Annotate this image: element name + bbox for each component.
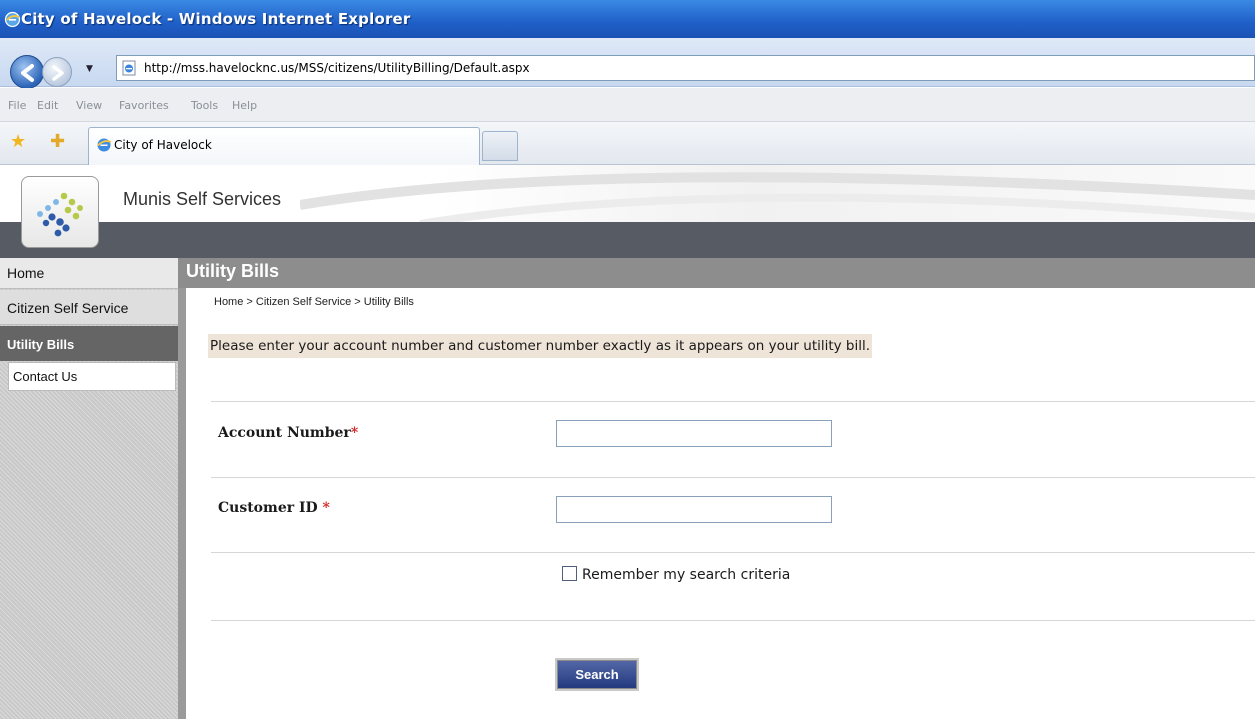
required-marker: * bbox=[350, 425, 359, 441]
sidebar-item-citizen-self-service[interactable]: Citizen Self Service bbox=[0, 290, 178, 325]
page-title-bar: Utility Bills bbox=[178, 258, 1255, 288]
menu-file[interactable]: File bbox=[8, 99, 26, 112]
window-titlebar: City of Havelock - Windows Internet Expl… bbox=[0, 0, 1255, 38]
customer-id-label: Customer ID * bbox=[218, 500, 330, 516]
history-dropdown-icon[interactable]: ▼ bbox=[86, 64, 93, 74]
search-button[interactable]: Search bbox=[557, 660, 637, 689]
banner-swoosh-decoration bbox=[300, 172, 1255, 224]
account-number-label: Account Number* bbox=[218, 425, 358, 441]
sidebar-item-utility-bills[interactable]: Utility Bills bbox=[0, 326, 178, 361]
customer-id-input[interactable] bbox=[556, 496, 832, 523]
address-url: http://mss.havelocknc.us/MSS/citizens/Ut… bbox=[144, 61, 530, 75]
tab-label: City of Havelock bbox=[114, 138, 212, 152]
menu-edit[interactable]: Edit bbox=[37, 99, 58, 112]
favorites-star-icon[interactable]: ★ bbox=[10, 131, 26, 152]
menu-favorites[interactable]: Favorites bbox=[119, 99, 169, 112]
menu-view[interactable]: View bbox=[76, 99, 102, 112]
divider bbox=[211, 552, 1255, 553]
new-tab-button[interactable] bbox=[482, 131, 518, 161]
menu-bar: File Edit View Favorites Tools Help bbox=[0, 88, 1255, 122]
sidebar-edge bbox=[178, 258, 186, 719]
window-title: City of Havelock - Windows Internet Expl… bbox=[21, 10, 411, 28]
menu-help[interactable]: Help bbox=[232, 99, 257, 112]
sidebar-item-contact-us[interactable]: Contact Us bbox=[8, 362, 176, 391]
remember-search-label[interactable]: Remember my search criteria bbox=[582, 567, 790, 583]
back-arrow-icon bbox=[21, 64, 34, 82]
divider bbox=[211, 620, 1255, 621]
back-button[interactable] bbox=[10, 55, 44, 89]
instructions-text: Please enter your account number and cus… bbox=[208, 334, 873, 358]
ie-tab-icon bbox=[97, 138, 112, 152]
munis-logo bbox=[21, 176, 99, 248]
menu-tools[interactable]: Tools bbox=[191, 99, 218, 112]
sidebar-item-label: Home bbox=[7, 265, 45, 281]
remember-search-checkbox[interactable] bbox=[562, 566, 577, 581]
sidebar-item-label: Utility Bills bbox=[7, 337, 75, 352]
forward-arrow-icon bbox=[52, 65, 64, 81]
breadcrumb: Home > Citizen Self Service > Utility Bi… bbox=[214, 296, 414, 308]
required-marker: * bbox=[322, 500, 330, 516]
sidebar-item-home[interactable]: Home bbox=[0, 258, 178, 289]
app-title: Munis Self Services bbox=[123, 189, 282, 209]
page-title: Utility Bills bbox=[186, 261, 280, 281]
sidebar-item-label: Contact Us bbox=[13, 369, 78, 384]
account-number-input[interactable] bbox=[556, 420, 832, 447]
munis-logo-icon bbox=[37, 192, 83, 237]
tab-city-of-havelock[interactable]: City of Havelock bbox=[88, 127, 480, 165]
add-favorite-icon[interactable]: ✚ bbox=[50, 131, 65, 152]
ie-logo-icon bbox=[4, 11, 21, 28]
page-icon bbox=[122, 60, 136, 76]
account-number-label-text: Account Number bbox=[218, 425, 351, 441]
customer-id-label-text: Customer ID bbox=[218, 500, 323, 516]
header-band bbox=[0, 222, 1255, 258]
sidebar-item-label: Citizen Self Service bbox=[7, 300, 129, 316]
divider bbox=[211, 401, 1255, 402]
forward-button[interactable] bbox=[42, 57, 72, 87]
divider bbox=[211, 477, 1255, 478]
address-input[interactable]: http://mss.havelocknc.us/MSS/citizens/Ut… bbox=[116, 55, 1255, 81]
